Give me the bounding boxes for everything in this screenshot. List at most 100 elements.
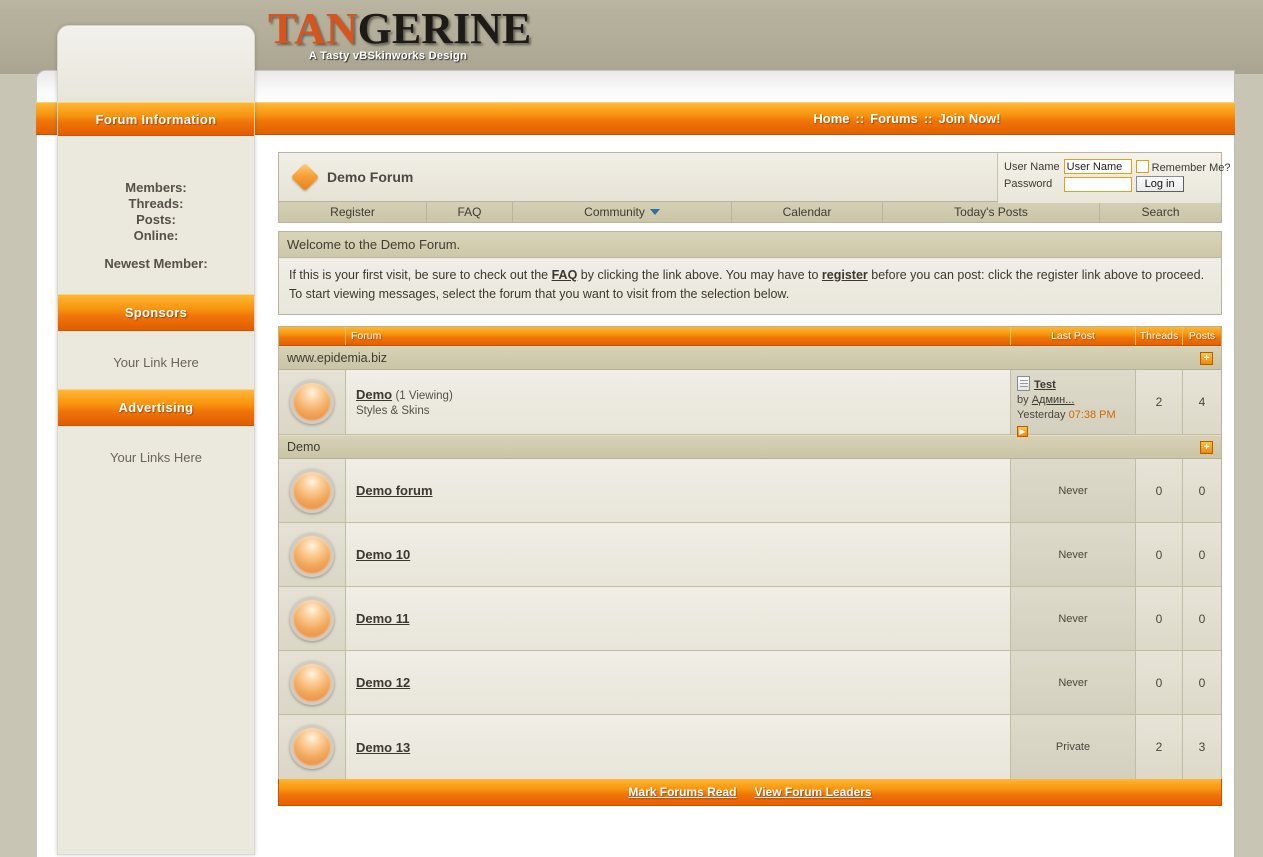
header-last-post: Last Post [1011, 327, 1136, 345]
orange-diamond-icon [290, 162, 320, 192]
sidebar-header-forum-information: Forum Information [58, 102, 254, 136]
tab-community[interactable]: Community [512, 201, 731, 223]
last-post-cell: Test by Админ... Yesterday 07:38 PM ▶ [1011, 370, 1136, 437]
forum-status-sphere-icon [290, 380, 334, 424]
forum-info-cell: Demo forum [346, 459, 1011, 522]
stat-online: Online: [133, 228, 179, 243]
welcome-title: Welcome to the Demo Forum. [278, 231, 1222, 258]
threads-count: 0 [1136, 651, 1183, 714]
tab-todays-posts[interactable]: Today's Posts [882, 201, 1099, 223]
threads-count: 2 [1136, 715, 1183, 779]
category-name: www.epidemia.biz [287, 351, 388, 365]
remember-me-label: Remember Me? [1151, 161, 1231, 174]
mark-forums-read-link[interactable]: Mark Forums Read [628, 785, 736, 799]
threads-count: 0 [1136, 459, 1183, 522]
log-in-button[interactable]: Log in [1135, 176, 1184, 192]
forum-title-bar: Demo Forum User Name Remember Me? Passwo… [278, 152, 1230, 203]
site-logo: TANGERINE A Tasty vBSkinworks Design [268, 6, 531, 63]
forum-footer-bar: Mark Forums Read View Forum Leaders [278, 779, 1222, 806]
password-input[interactable] [1063, 176, 1132, 192]
nav-separator-1: :: [855, 111, 865, 126]
tab-calendar[interactable]: Calendar [731, 201, 882, 223]
nav-link-home[interactable]: Home [813, 111, 849, 126]
username-input[interactable] [1063, 159, 1132, 174]
forum-description: Styles & Skins [356, 405, 430, 417]
sidebar: Forum Information Members: Threads: Post… [57, 25, 255, 855]
forum-info-cell: Demo 13 [346, 715, 1011, 779]
sidebar-sponsors-content: Your Link Here [113, 355, 199, 370]
main-content: Demo Forum User Name Remember Me? Passwo… [278, 152, 1230, 806]
tab-faq[interactable]: FAQ [426, 201, 512, 223]
last-post-cell: Never [1011, 651, 1136, 714]
last-post-author-link[interactable]: Админ... [1032, 394, 1075, 406]
last-post-cell: Never [1011, 459, 1136, 522]
posts-count: 0 [1183, 459, 1221, 522]
table-row: Demo 10 Never 0 0 [279, 523, 1221, 587]
document-icon [1017, 376, 1030, 391]
table-row: Demo forum Never 0 0 [279, 459, 1221, 523]
posts-count: 4 [1183, 370, 1221, 434]
category-row-demo[interactable]: Demo + [279, 435, 1221, 459]
tab-search-label: Search [1141, 205, 1180, 219]
tab-register-label: Register [330, 205, 375, 219]
forum-info-cell: Demo (1 Viewing) Styles & Skins [346, 370, 1011, 434]
tab-community-label: Community [584, 205, 645, 219]
forum-viewing-count: (1 Viewing) [395, 390, 453, 402]
collapse-toggle-icon[interactable]: + [1200, 351, 1213, 365]
forum-status-sphere-icon [290, 660, 334, 705]
welcome-panel: Welcome to the Demo Forum. If this is yo… [278, 231, 1222, 315]
forum-info-cell: Demo 10 [346, 523, 1011, 586]
last-post-title-link[interactable]: Test [1034, 379, 1056, 391]
login-password-label: Password [1004, 178, 1053, 190]
stat-newest-member: Newest Member: [104, 256, 208, 271]
welcome-register-link[interactable]: register [822, 268, 868, 282]
nav-link-join-now[interactable]: Join Now! [939, 111, 1001, 126]
forum-link[interactable]: Demo [356, 387, 392, 402]
collapse-toggle-icon[interactable]: + [1200, 440, 1213, 454]
stat-members: Members: [125, 180, 187, 195]
tab-search[interactable]: Search [1099, 201, 1222, 223]
stat-threads: Threads: [128, 196, 184, 211]
last-post-by-label: by [1017, 394, 1029, 406]
page-title: Demo Forum [327, 169, 414, 185]
tab-calendar-label: Calendar [782, 205, 832, 219]
view-forum-leaders-link[interactable]: View Forum Leaders [754, 785, 871, 799]
forum-link[interactable]: Demo 12 [356, 675, 410, 690]
category-row-epidemia[interactable]: www.epidemia.biz + [279, 346, 1221, 370]
nav-separator-2: :: [923, 111, 933, 126]
login-username-label: User Name [1004, 160, 1060, 173]
forum-status-icon-cell [279, 651, 346, 714]
header-forum: Forum [346, 327, 1011, 345]
posts-count: 0 [1183, 523, 1221, 586]
nav-link-forums[interactable]: Forums [870, 111, 918, 126]
forum-list-table: Forum Last Post Threads Posts www.epidem… [278, 326, 1222, 780]
forum-link[interactable]: Demo 10 [356, 547, 410, 562]
header-icon-column [279, 327, 346, 345]
category-name: Demo [287, 440, 321, 454]
forum-link[interactable]: Demo 11 [356, 611, 409, 626]
last-post-cell: Never [1011, 523, 1136, 586]
table-row: Demo 13 Private 2 3 [279, 715, 1221, 779]
forum-status-sphere-icon [290, 596, 334, 641]
logo-text: TANGERINE [268, 6, 531, 52]
forum-status-sphere-icon [290, 468, 334, 513]
last-post-cell: Private [1011, 715, 1136, 779]
posts-count: 3 [1183, 715, 1221, 779]
welcome-text-1: If this is your first visit, be sure to … [289, 268, 552, 282]
forum-table-header: Forum Last Post Threads Posts [279, 327, 1221, 346]
header-posts: Posts [1188, 330, 1216, 342]
sidebar-header-sponsors: Sponsors [58, 294, 254, 331]
login-box: User Name Remember Me? Password Log in [997, 153, 1230, 203]
tab-faq-label: FAQ [457, 205, 482, 219]
forum-link[interactable]: Demo forum [356, 483, 433, 498]
tab-register[interactable]: Register [278, 201, 426, 223]
table-row: Demo 11 Never 0 0 [279, 587, 1221, 651]
forum-status-icon-cell [279, 715, 346, 779]
last-post-date: Yesterday [1017, 409, 1066, 421]
goto-last-post-icon[interactable]: ▶ [1017, 426, 1028, 437]
posts-count: 0 [1183, 587, 1221, 650]
remember-me-checkbox[interactable] [1135, 159, 1149, 173]
forum-link[interactable]: Demo 13 [356, 740, 410, 755]
welcome-faq-link[interactable]: FAQ [552, 268, 578, 282]
forum-status-icon-cell [279, 459, 346, 522]
